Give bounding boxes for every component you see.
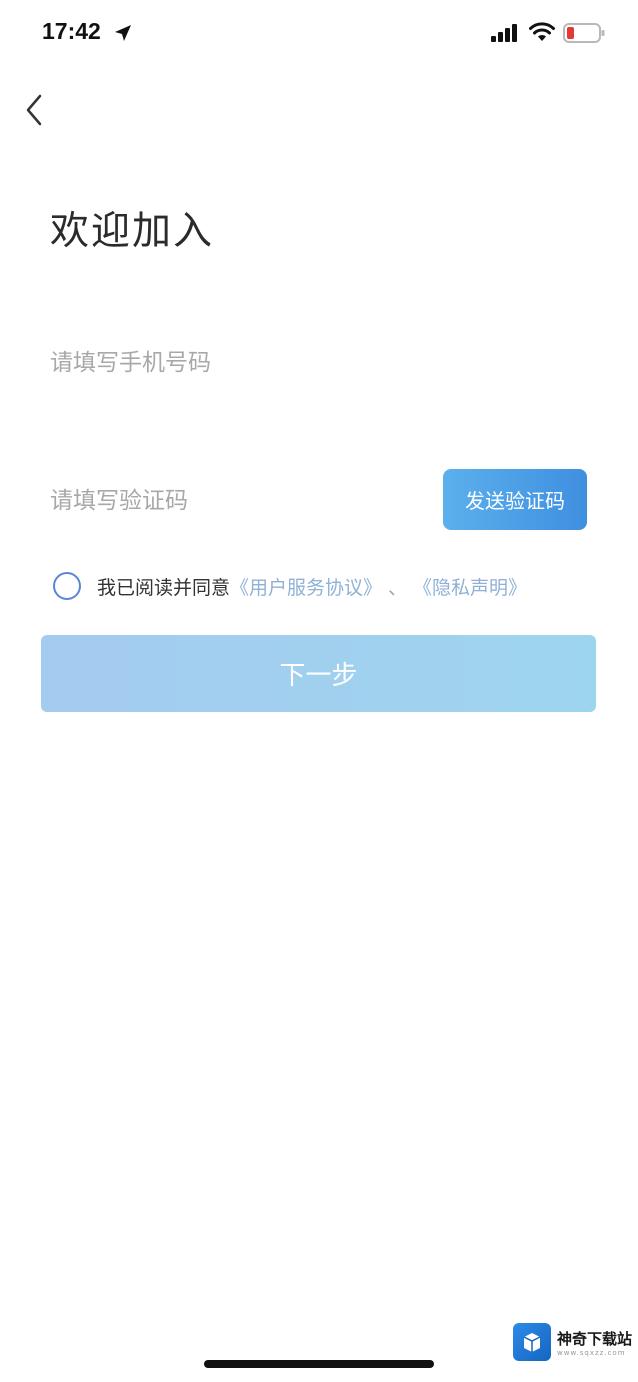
user-agreement-link[interactable]: 《用户服务协议》: [230, 573, 382, 600]
agreement-prefix: 我已阅读并同意: [97, 576, 231, 599]
signal-icon: [491, 24, 517, 42]
watermark-text: 神奇下载站: [557, 1329, 633, 1348]
watermark: 神奇下载站 www.sqxzz.com: [513, 1322, 632, 1362]
agreement-row: 我已阅读并同意 《用户服务协议》 、 《隐私声明》: [53, 568, 527, 604]
status-time: 17:42: [42, 18, 101, 44]
privacy-link[interactable]: 《隐私声明》: [413, 573, 527, 600]
watermark-sub: www.sqxzz.com: [557, 1348, 626, 1357]
battery-icon: [563, 23, 605, 43]
verification-code-input[interactable]: [50, 478, 420, 524]
agreement-separator: 、: [388, 576, 408, 599]
back-button[interactable]: [18, 92, 54, 128]
wifi-icon: [529, 22, 555, 41]
status-bar: 17:42: [0, 0, 638, 66]
watermark-logo-icon: [513, 1323, 551, 1361]
agree-radio[interactable]: [53, 572, 81, 600]
page-title: 欢迎加入: [50, 209, 215, 254]
send-code-button[interactable]: 发送验证码: [443, 469, 587, 530]
phone-input[interactable]: [50, 340, 590, 386]
home-indicator: [204, 1360, 434, 1368]
next-step-button[interactable]: 下一步: [41, 635, 596, 712]
location-arrow-icon: [115, 25, 131, 41]
